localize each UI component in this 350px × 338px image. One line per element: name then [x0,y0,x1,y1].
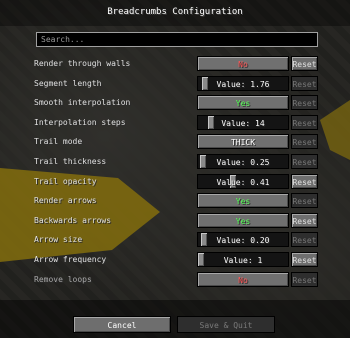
toggle-button[interactable]: Yes [197,95,289,111]
cancel-button[interactable]: Cancel [73,316,171,333]
slider-value: Value: 0.20 [216,236,270,246]
option-label: Render through walls [34,59,131,68]
value-slider[interactable]: Value: 1.76 [197,75,289,91]
option-label: Segment length [34,78,102,88]
value-slider[interactable]: Value: 14 [197,114,289,130]
slider-value: Value: 1 [223,256,263,265]
option-row: Segment length Value: 1.76 Reset [0,75,350,92]
slider-value: Value: 1.76 [216,79,270,89]
reset-button[interactable]: Reset [291,232,318,248]
reset-button[interactable]: Reset [291,271,318,287]
toggle-button[interactable]: Yes [197,193,289,209]
option-label: Interpolation steps [34,117,126,127]
cycle-button[interactable]: THICK [197,134,289,150]
button-value: Yes [235,99,251,109]
value-slider[interactable]: Value: 0.41 [197,173,289,189]
save-quit-button[interactable]: Save & Quit [177,316,275,333]
option-label: Remove loops [34,274,92,284]
button-value: THICK [230,138,256,148]
toggle-button[interactable]: No [197,56,289,71]
button-value: No [238,275,248,285]
option-row: Arrow size Value: 0.20 Reset [0,232,350,248]
button-value: No [238,60,248,69]
screen-title: Breadcrumbs Configuration [107,7,243,17]
option-row: Trail thickness Value: 0.25 Reset [0,154,350,170]
option-row: Interpolation steps Value: 14 Reset [0,114,350,131]
option-label: Arrow size [34,235,83,245]
slider-value: Value: 14 [221,118,265,128]
reset-button[interactable]: Reset [291,193,318,209]
reset-button[interactable]: Reset [291,173,318,189]
value-slider[interactable]: Value: 0.25 [197,154,289,169]
option-row: Trail opacity Value: 0.41 Reset [0,173,350,190]
slider-value: Value: 0.41 [216,177,270,187]
option-row: Smooth interpolation Yes Reset [0,95,350,111]
search-input[interactable]: Search... [36,32,318,47]
option-row: Render through walls No Reset [0,56,350,72]
reset-button[interactable]: Reset [291,212,318,228]
reset-button[interactable]: Reset [291,154,318,169]
value-slider[interactable]: Value: 1 [197,252,289,267]
option-label: Trail mode [34,137,83,147]
option-label: Trail opacity [34,176,97,186]
toggle-button[interactable]: Yes [197,212,289,228]
button-value: Yes [235,216,251,226]
reset-button[interactable]: Reset [291,95,318,111]
option-row: Render arrows Yes Reset [0,193,350,209]
option-label: Smooth interpolation [34,98,131,108]
option-row: Arrow frequency Value: 1 Reset [0,252,350,268]
option-row: Backwards arrows Yes Reset [0,212,350,229]
option-label: Arrow frequency [34,255,107,264]
reset-button[interactable]: Reset [291,114,318,130]
reset-button[interactable]: Reset [291,134,318,150]
slider-value: Value: 0.25 [216,158,270,167]
option-label: Backwards arrows [34,215,112,225]
option-row: Trail mode THICK Reset [0,134,350,150]
option-row: Remove loops No Reset [0,271,350,288]
option-label: Render arrows [34,196,97,206]
button-value: Yes [235,197,251,207]
value-slider[interactable]: Value: 0.20 [197,232,289,248]
footer-band [0,300,350,338]
reset-button[interactable]: Reset [291,75,318,91]
option-label: Trail thickness [34,157,107,166]
toggle-button[interactable]: No [197,271,289,287]
reset-button[interactable]: Reset [291,56,318,71]
reset-button[interactable]: Reset [291,252,318,267]
